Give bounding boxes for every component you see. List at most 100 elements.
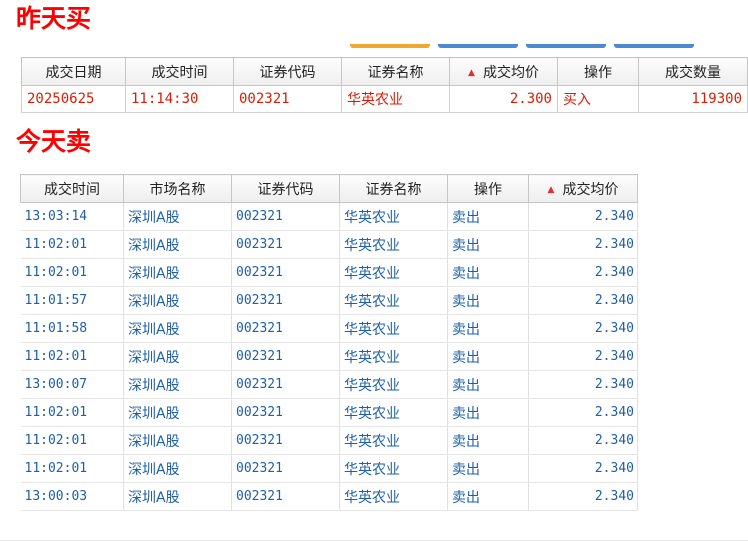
- cell-time: 11:02:01: [20, 230, 124, 259]
- cell-time: 13:03:14: [20, 202, 124, 231]
- table-row[interactable]: 11:02:01 深圳A股 002321 华英农业 卖出 2.340: [20, 454, 638, 483]
- cell-market: 深圳A股: [123, 482, 232, 511]
- column-header-label: 成交均价: [562, 181, 619, 198]
- column-header-label: 成交时间: [44, 181, 100, 198]
- cell-time: 11:14:30: [125, 85, 234, 113]
- table-row[interactable]: 13:00:03 深圳A股 002321 华英农业 卖出 2.340: [20, 482, 638, 511]
- sort-asc-icon: ▲: [468, 67, 475, 78]
- cell-name: 华英农业: [339, 286, 448, 315]
- column-header[interactable]: 证券名称: [339, 174, 448, 203]
- table-row[interactable]: 11:02:01 深圳A股 002321 华英农业 卖出 2.340: [20, 258, 638, 287]
- cell-price: 2.340: [528, 286, 638, 315]
- cell-date: 20250625: [21, 85, 126, 113]
- cell-name: 华英农业: [339, 482, 448, 511]
- cell-code: 002321: [231, 370, 340, 399]
- divider: [0, 540, 748, 541]
- cell-qty: 119300: [638, 85, 748, 113]
- cell-time: 13:00:07: [20, 370, 124, 399]
- cell-action: 卖出: [447, 258, 529, 287]
- column-header-label: 操作: [474, 181, 502, 198]
- cell-price: 2.300: [449, 85, 558, 113]
- cell-action: 卖出: [447, 482, 529, 511]
- column-header[interactable]: 成交数量: [638, 57, 748, 86]
- cell-market: 深圳A股: [123, 314, 232, 343]
- today-trades-table: 成交时间 市场名称 证券代码 证券名称 操作 ▲ 成交均价 13:03:14 深圳A股 0023…: [20, 174, 638, 511]
- cell-price: 2.340: [528, 370, 638, 399]
- column-header[interactable]: 市场名称: [123, 174, 232, 203]
- cell-name: 华英农业: [341, 85, 450, 113]
- column-header[interactable]: 证券代码: [231, 174, 340, 203]
- cell-market: 深圳A股: [123, 454, 232, 483]
- cell-code: 002321: [231, 286, 340, 315]
- cell-price: 2.340: [528, 398, 638, 427]
- column-header[interactable]: 证券名称: [341, 57, 450, 86]
- tab-indicator[interactable]: [350, 44, 430, 48]
- cell-action: 卖出: [447, 314, 529, 343]
- cell-code: 002321: [231, 426, 340, 455]
- cell-price: 2.340: [528, 230, 638, 259]
- column-header-label: 成交数量: [665, 64, 721, 81]
- cell-price: 2.340: [528, 258, 638, 287]
- cell-time: 11:02:01: [20, 454, 124, 483]
- cell-time: 11:02:01: [20, 342, 124, 371]
- cell-name: 华英农业: [339, 454, 448, 483]
- cell-name: 华英农业: [339, 314, 448, 343]
- yesterday-trades-table: 成交日期 成交时间 证券代码 证券名称 ▲ 成交均价 操作 成交数量 20250625 11:1…: [21, 57, 748, 113]
- cell-action: 买入: [557, 85, 639, 113]
- cell-market: 深圳A股: [123, 230, 232, 259]
- table-row[interactable]: 11:02:01 深圳A股 002321 华英农业 卖出 2.340: [20, 426, 638, 455]
- column-header-label: 证券代码: [257, 181, 314, 198]
- cell-name: 华英农业: [339, 426, 448, 455]
- table-row[interactable]: 11:01:58 深圳A股 002321 华英农业 卖出 2.340: [20, 314, 638, 343]
- cell-name: 华英农业: [339, 342, 448, 371]
- column-header[interactable]: 成交日期: [21, 57, 126, 86]
- cell-time: 11:01:58: [20, 314, 124, 343]
- cell-code: 002321: [233, 85, 342, 113]
- tab-indicator[interactable]: [438, 44, 518, 48]
- cell-price: 2.340: [528, 482, 638, 511]
- cell-code: 002321: [231, 314, 340, 343]
- column-header[interactable]: 证券代码: [233, 57, 342, 86]
- column-header-label: 成交均价: [482, 64, 539, 81]
- column-header-label: 成交日期: [45, 64, 102, 81]
- cell-price: 2.340: [528, 202, 638, 231]
- table-row[interactable]: 11:02:01 深圳A股 002321 华英农业 卖出 2.340: [20, 230, 638, 259]
- column-header[interactable]: ▲ 成交均价: [449, 57, 558, 86]
- column-header[interactable]: 操作: [557, 57, 639, 86]
- cell-name: 华英农业: [339, 202, 448, 231]
- cell-time: 11:02:01: [20, 398, 124, 427]
- tab-indicator[interactable]: [614, 44, 694, 48]
- cell-action: 卖出: [447, 202, 529, 231]
- column-header[interactable]: 成交时间: [125, 57, 234, 86]
- cell-market: 深圳A股: [123, 370, 232, 399]
- cell-code: 002321: [231, 342, 340, 371]
- cell-action: 卖出: [447, 342, 529, 371]
- column-header[interactable]: 成交时间: [20, 174, 124, 203]
- column-header-label: 证券代码: [259, 64, 316, 81]
- cell-time: 11:02:01: [20, 258, 124, 287]
- column-header[interactable]: ▲ 成交均价: [528, 174, 638, 203]
- cell-action: 卖出: [447, 426, 529, 455]
- column-header-label: 成交时间: [151, 64, 208, 81]
- column-header-label: 证券名称: [365, 181, 422, 198]
- cell-action: 卖出: [447, 230, 529, 259]
- table-row[interactable]: 13:00:07 深圳A股 002321 华英农业 卖出 2.340: [20, 370, 638, 399]
- column-header[interactable]: 操作: [447, 174, 529, 203]
- cell-time: 11:01:57: [20, 286, 124, 315]
- table-row[interactable]: 13:03:14 深圳A股 002321 华英农业 卖出 2.340: [20, 202, 638, 231]
- title-today-sell: 今天卖: [16, 127, 92, 156]
- table-row[interactable]: 11:02:01 深圳A股 002321 华英农业 卖出 2.340: [20, 398, 638, 427]
- cell-code: 002321: [231, 202, 340, 231]
- table-row[interactable]: 11:01:57 深圳A股 002321 华英农业 卖出 2.340: [20, 286, 638, 315]
- tab-indicator[interactable]: [526, 44, 606, 48]
- column-header-label: 证券名称: [367, 64, 424, 81]
- cell-action: 卖出: [447, 398, 529, 427]
- cell-market: 深圳A股: [123, 398, 232, 427]
- table-row[interactable]: 20250625 11:14:30 002321 华英农业 2.300 买入 119300: [21, 85, 748, 113]
- cell-code: 002321: [231, 258, 340, 287]
- cell-market: 深圳A股: [123, 342, 232, 371]
- cell-price: 2.340: [528, 426, 638, 455]
- cell-name: 华英农业: [339, 398, 448, 427]
- table-row[interactable]: 11:02:01 深圳A股 002321 华英农业 卖出 2.340: [20, 342, 638, 371]
- cell-name: 华英农业: [339, 230, 448, 259]
